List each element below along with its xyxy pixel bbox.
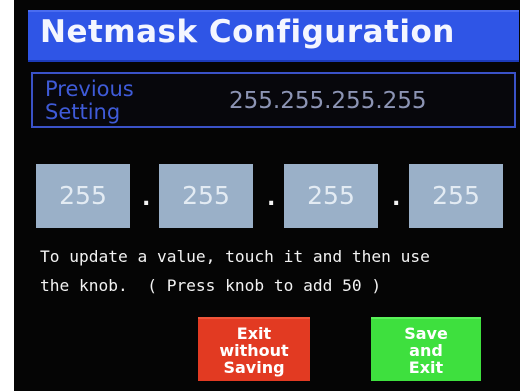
- octet-3-value: 255: [307, 181, 355, 210]
- octet-separator-3: .: [392, 186, 401, 211]
- octet-separator-1: .: [142, 186, 151, 211]
- device-screen: Netmask Configuration Previous Setting 2…: [14, 0, 520, 391]
- exit-without-saving-button[interactable]: Exit without Saving: [198, 317, 310, 381]
- previous-setting-value: 255.255.255.255: [229, 88, 427, 114]
- title-bar: Netmask Configuration: [28, 10, 519, 62]
- octet-4-field[interactable]: 255: [409, 164, 503, 228]
- save-and-exit-button[interactable]: Save and Exit: [371, 317, 481, 381]
- previous-setting-panel: Previous Setting 255.255.255.255: [31, 72, 516, 128]
- octet-2-value: 255: [182, 181, 230, 210]
- instructions-text: To update a value, touch it and then use…: [40, 247, 430, 295]
- previous-setting-label: Previous Setting: [45, 77, 134, 124]
- octet-1-field[interactable]: 255: [36, 164, 130, 228]
- page-title: Netmask Configuration: [40, 14, 455, 50]
- octet-3-field[interactable]: 255: [284, 164, 378, 228]
- octet-4-value: 255: [432, 181, 480, 210]
- octet-1-value: 255: [59, 181, 107, 210]
- octet-separator-2: .: [267, 186, 276, 211]
- octet-2-field[interactable]: 255: [159, 164, 253, 228]
